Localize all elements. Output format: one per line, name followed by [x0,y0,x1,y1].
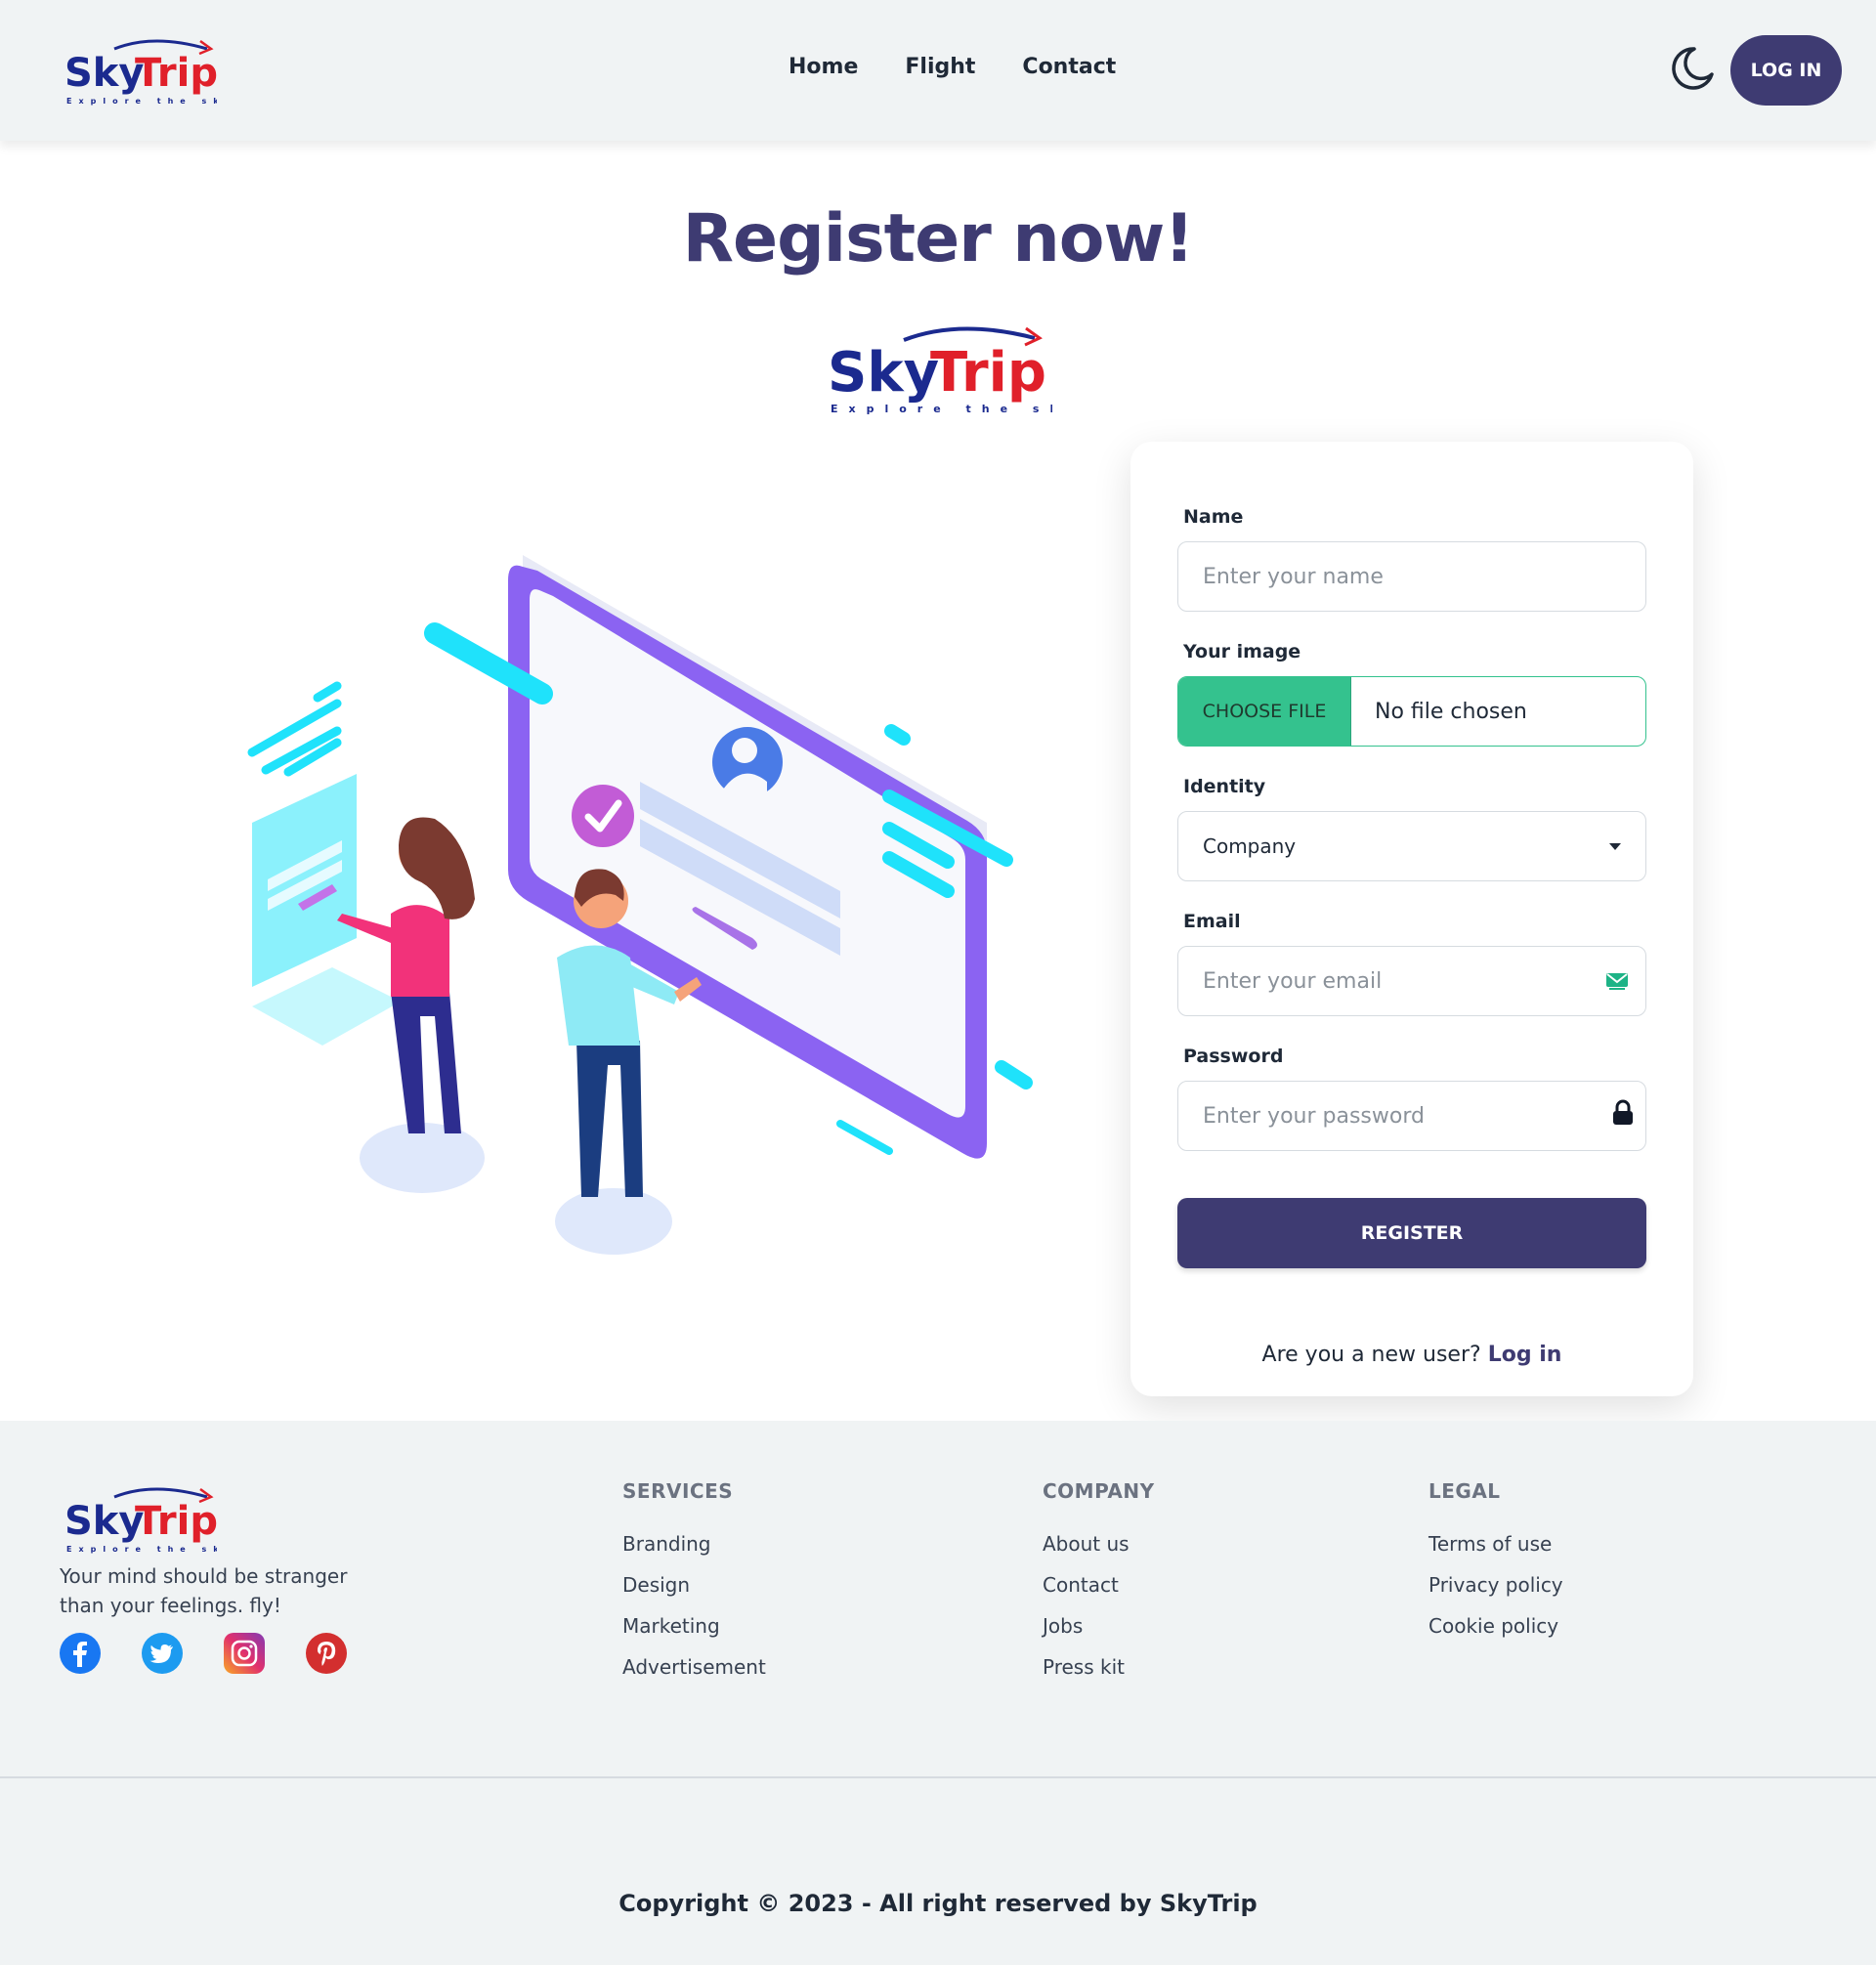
footer-link-jobs[interactable]: Jobs [1043,1614,1155,1639]
footer-divider [0,1776,1876,1778]
site-header: Sky Trip Explore the sky Home Flight Con… [0,0,1876,141]
footer-link-design[interactable]: Design [622,1573,766,1598]
registration-illustration [247,555,1033,1255]
choose-file-button[interactable]: CHOOSE FILE [1178,677,1351,746]
footer-heading-legal: LEGAL [1428,1479,1501,1503]
name-label: Name [1183,506,1244,528]
lock-icon [1613,1099,1633,1125]
image-file-input[interactable]: CHOOSE FILE No file chosen [1177,676,1646,747]
footer-link-branding[interactable]: Branding [622,1532,766,1557]
svg-text:Trip: Trip [930,341,1046,405]
twitter-icon[interactable] [141,1632,184,1675]
footer-column-legal: LEGAL Terms of use Privacy policy Cookie… [1428,1479,1563,1655]
identity-label: Identity [1183,776,1266,797]
footer-heading-company: COMPANY [1043,1479,1155,1503]
nav-contact[interactable]: Contact [1022,55,1116,79]
svg-text:Sky: Sky [828,341,939,405]
social-links [59,1632,348,1675]
chevron-down-icon [1609,842,1621,850]
woman-figure [391,992,461,1133]
email-label: Email [1183,911,1241,932]
instagram-icon[interactable] [223,1632,266,1675]
image-label: Your image [1183,641,1301,662]
register-button[interactable]: REGISTER [1177,1198,1646,1268]
footer-link-privacy[interactable]: Privacy policy [1428,1573,1563,1598]
center-logo: Sky Trip Explore the sky [828,320,1052,418]
nav-flight[interactable]: Flight [905,55,975,79]
svg-text:Sky: Sky [64,1499,144,1544]
register-card: Name Your image CHOOSE FILE No file chos… [1130,442,1693,1396]
pinterest-icon[interactable] [305,1632,348,1675]
footer-tagline: Your mind should be stranger than your f… [60,1564,348,1617]
footer-link-advertisement[interactable]: Advertisement [622,1655,766,1680]
nav-home[interactable]: Home [789,55,858,79]
login-button[interactable]: LOG IN [1730,35,1842,106]
identity-select[interactable]: Company [1177,811,1646,881]
page-title: Register now! [682,200,1195,278]
email-helper-icon[interactable] [1605,972,1629,992]
svg-text:Explore the sky: Explore the sky [66,97,217,106]
footer-link-about[interactable]: About us [1043,1532,1155,1557]
footer-link-press-kit[interactable]: Press kit [1043,1655,1155,1680]
facebook-icon[interactable] [59,1632,102,1675]
footer-link-cookie[interactable]: Cookie policy [1428,1614,1563,1639]
identity-selected-value: Company [1203,834,1297,858]
footer-link-terms[interactable]: Terms of use [1428,1532,1563,1557]
footer-link-marketing[interactable]: Marketing [622,1614,766,1639]
check-badge-icon [572,785,634,847]
file-status-text: No file chosen [1375,699,1527,724]
main-nav: Home Flight Contact [789,55,1116,79]
moon-icon[interactable] [1667,43,1716,92]
svg-text:Sky: Sky [64,51,144,96]
footer-link-contact[interactable]: Contact [1043,1573,1155,1598]
footer-heading-services: SERVICES [622,1479,734,1503]
name-input[interactable] [1177,541,1646,612]
password-input[interactable] [1177,1081,1646,1151]
password-label: Password [1183,1046,1284,1067]
svg-text:Trip: Trip [135,1499,217,1544]
svg-text:Explore the sky: Explore the sky [831,403,1052,415]
svg-text:Explore the sky: Explore the sky [66,1545,217,1554]
footer-column-company: COMPANY About us Contact Jobs Press kit [1043,1479,1155,1696]
svg-text:Trip: Trip [135,51,217,96]
footer-logo[interactable]: Sky Trip Explore the sky [61,1483,217,1558]
email-input[interactable] [1177,946,1646,1016]
copyright-text: Copyright © 2023 - All right reserved by… [618,1890,1258,1917]
login-prompt: Are you a new user? Log in [1130,1343,1693,1367]
login-link[interactable]: Log in [1488,1343,1562,1367]
site-footer: Sky Trip Explore the sky Your mind shoul… [0,1421,1876,1965]
new-user-text: Are you a new user? [1261,1343,1481,1367]
man-figure [576,1041,643,1197]
man-shadow [555,1188,672,1255]
footer-column-services: SERVICES Branding Design Marketing Adver… [622,1479,766,1696]
header-logo[interactable]: Sky Trip Explore the sky [61,35,217,109]
